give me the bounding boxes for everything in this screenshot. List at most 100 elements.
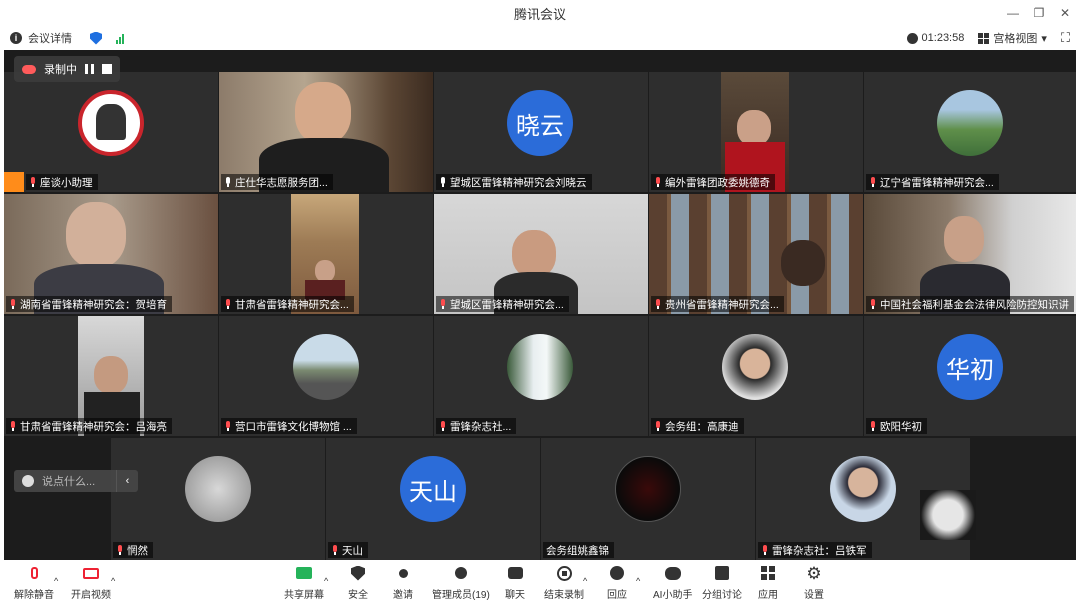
gear-icon: ⚙ — [806, 563, 822, 583]
participant-tile[interactable]: 天山 天山 — [326, 438, 540, 560]
stop-recording-button[interactable] — [102, 64, 112, 74]
start-video-button[interactable]: 开启视频 — [71, 564, 111, 601]
person-face — [94, 356, 128, 394]
end-recording-label: 结束录制 — [544, 590, 584, 601]
mic-muted-icon — [439, 421, 447, 431]
participant-label: 甘肃省雷锋精神研究会... — [221, 296, 354, 312]
reaction-options-chevron-icon[interactable]: ^ — [636, 576, 640, 586]
floating-video-thumbnail[interactable] — [920, 490, 976, 540]
participant-tile-active-speaker[interactable]: 庄仕华志愿服务团... — [219, 72, 433, 192]
mic-muted-icon — [869, 177, 877, 187]
unmute-button[interactable]: 解除静音 — [14, 564, 54, 601]
mic-muted-icon — [331, 545, 339, 555]
mic-muted-icon — [654, 177, 662, 187]
participant-label: 雷锋杂志社... — [436, 418, 517, 434]
person-face — [66, 202, 126, 268]
meeting-details-link[interactable]: 会议详情 — [28, 30, 72, 46]
chat-input[interactable]: 说点什么... ‹ — [14, 470, 138, 492]
participant-name: 贵州省雷锋精神研究会... — [665, 298, 779, 311]
security-button[interactable]: 安全 — [348, 564, 368, 601]
mic-options-chevron-icon[interactable]: ^ — [54, 576, 58, 586]
view-mode-dropdown[interactable]: 宫格视图 ▾ — [978, 30, 1047, 46]
participant-label: 中国社会福利基金会法律风险防控知识讲 — [866, 296, 1074, 312]
person-face — [944, 216, 984, 262]
participant-tile[interactable]: 营口市雷锋文化博物馆 ... — [219, 316, 433, 436]
recording-label: 录制中 — [44, 64, 77, 76]
video-options-chevron-icon[interactable]: ^ — [111, 576, 115, 586]
participant-label: 会务组姚鑫锦 — [543, 542, 614, 558]
security-shield-icon[interactable] — [90, 31, 102, 45]
participant-tile[interactable]: 座谈小助理 — [4, 72, 218, 192]
participant-label: 贵州省雷锋精神研究会... — [651, 296, 784, 312]
participant-label: 甘肃省雷锋精神研究会：吕海亮 — [6, 418, 172, 434]
chevron-down-icon: ▾ — [1041, 32, 1047, 45]
mic-muted-icon — [869, 299, 877, 309]
share-options-chevron-icon[interactable]: ^ — [324, 576, 328, 586]
stop-recording-icon — [555, 564, 573, 582]
share-screen-button[interactable]: 共享屏幕 — [284, 564, 324, 601]
participant-name: 编外雷锋团政委姚德奇 — [665, 176, 770, 189]
breakout-label: 分组讨论 — [702, 590, 742, 601]
participant-tile[interactable]: 甘肃省雷锋精神研究会... — [219, 194, 433, 314]
participant-label: 天山 — [328, 542, 368, 558]
participant-tile[interactable]: 会务组：高康迪 — [649, 316, 863, 436]
ai-assistant-label: AI小助手 — [653, 590, 693, 601]
apps-button[interactable]: 应用 — [758, 564, 778, 601]
pause-recording-button[interactable] — [85, 64, 94, 74]
participant-name: 座谈小助理 — [40, 176, 93, 189]
participant-tile[interactable]: 华初 欧阳华初 — [864, 316, 1076, 436]
participant-tile[interactable]: 雷锋杂志社... — [434, 316, 648, 436]
ai-assistant-button[interactable]: AI小助手 — [653, 564, 692, 601]
avatar — [185, 456, 251, 522]
host-icon — [4, 172, 24, 192]
settings-button[interactable]: ⚙ 设置 — [804, 563, 824, 602]
chat-button[interactable]: 聊天 — [505, 564, 525, 601]
settings-label: 设置 — [804, 590, 824, 601]
mic-muted-icon — [25, 564, 43, 582]
mic-muted-icon — [439, 299, 447, 309]
participant-tile[interactable]: 贵州省雷锋精神研究会... — [649, 194, 863, 314]
participant-tile[interactable]: 中国社会福利基金会法律风险防控知识讲 — [864, 194, 1076, 314]
participant-tile[interactable]: 湖南省雷锋精神研究会：贺培育 — [4, 194, 218, 314]
participant-label: 会务组：高康迪 — [651, 418, 744, 434]
person-face — [295, 82, 351, 144]
participant-name: 雷锋杂志社... — [450, 420, 512, 433]
participant-tile[interactable]: 晓云 望城区雷锋精神研究会刘晓云 — [434, 72, 648, 192]
security-label: 安全 — [348, 590, 368, 601]
person-face — [737, 110, 771, 146]
view-mode-label: 宫格视图 — [993, 33, 1038, 45]
chat-placeholder: 说点什么... — [42, 476, 96, 488]
emoji-icon[interactable] — [22, 475, 34, 487]
participant-tile[interactable]: 编外雷锋团政委姚德奇 — [649, 72, 863, 192]
breakout-rooms-button[interactable]: 分组讨论 — [702, 564, 742, 601]
recording-options-chevron-icon[interactable]: ^ — [583, 576, 587, 586]
fullscreen-icon[interactable]: ⛶ — [1061, 30, 1070, 46]
video-grid: 录制中 座谈小助理 庄仕华志愿服务团... 晓云 望城区雷锋精神研究会刘晓云 编… — [4, 50, 1076, 560]
end-recording-button[interactable]: 结束录制 — [544, 564, 584, 601]
participant-tile[interactable]: 惘然 — [111, 438, 325, 560]
invite-button[interactable]: 邀请 — [393, 564, 413, 601]
participant-label: 辽宁省雷锋精神研究会... — [866, 174, 999, 190]
participant-tile[interactable]: 会务组姚鑫锦 — [541, 438, 755, 560]
participant-tile[interactable]: 甘肃省雷锋精神研究会：吕海亮 — [4, 316, 218, 436]
participant-name: 惘然 — [127, 544, 148, 557]
collapse-chat-icon[interactable]: ‹ — [116, 470, 138, 492]
mic-icon — [439, 177, 447, 187]
participant-name: 天山 — [342, 544, 363, 557]
window-title: 腾讯会议 — [513, 6, 566, 22]
close-button[interactable]: ✕ — [1050, 0, 1080, 26]
reaction-button[interactable]: 回应 — [607, 564, 627, 601]
apps-label: 应用 — [758, 590, 778, 601]
network-signal-icon[interactable] — [116, 33, 124, 44]
chat-bubble-icon — [506, 564, 524, 582]
participant-tile[interactable]: 辽宁省雷锋精神研究会... — [864, 72, 1076, 192]
participant-label: 湖南省雷锋精神研究会：贺培育 — [6, 296, 172, 312]
manage-members-button[interactable]: 管理成员(19) — [432, 564, 490, 601]
participant-tile[interactable]: 望城区雷锋精神研究会... — [434, 194, 648, 314]
mic-muted-icon — [29, 177, 37, 187]
avatar — [615, 456, 681, 522]
invite-label: 邀请 — [393, 590, 413, 601]
mic-muted-icon — [9, 421, 17, 431]
members-icon — [452, 564, 470, 582]
person-face — [781, 240, 825, 286]
